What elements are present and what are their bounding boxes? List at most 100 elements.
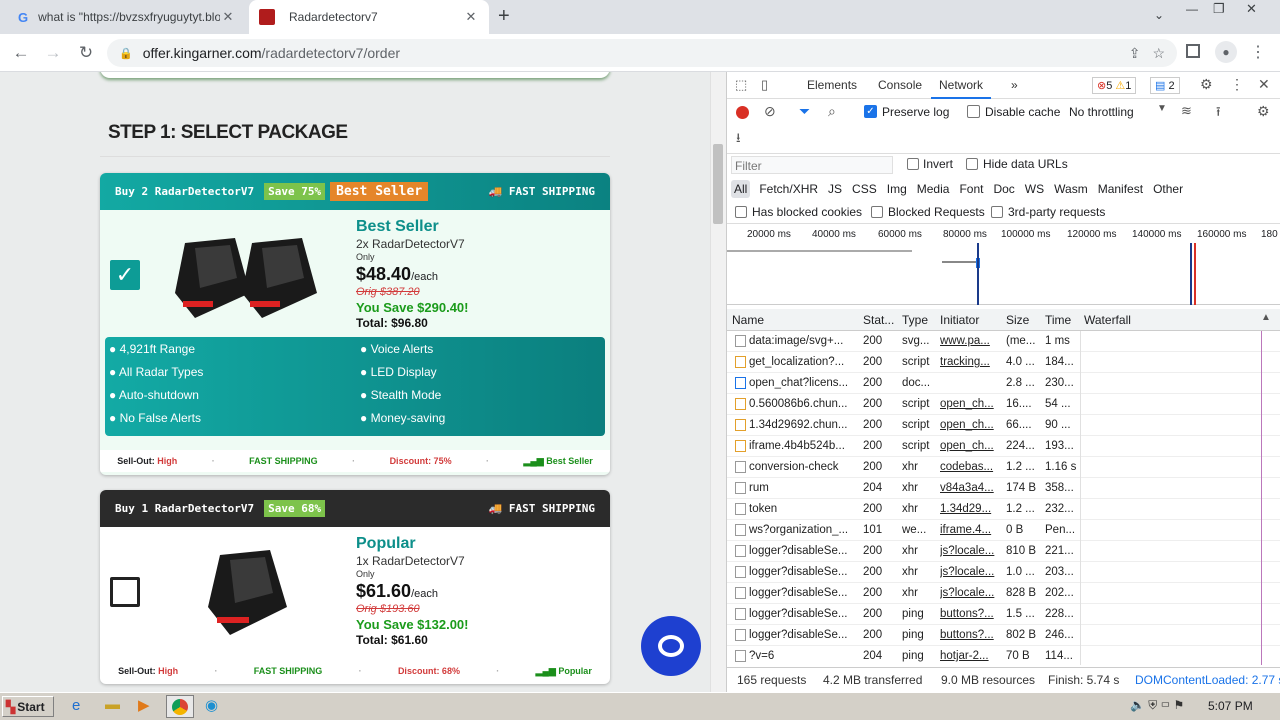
type-filter[interactable]: Other: [1150, 180, 1186, 198]
reload-button[interactable]: ↻: [72, 34, 100, 72]
blocked-requests-checkbox[interactable]: [871, 206, 883, 218]
devtools-menu-icon[interactable]: ⋮: [1230, 76, 1244, 93]
address-bar[interactable]: 🔒 offer.kingarner.com/radardetectorv7/or…: [107, 39, 1177, 67]
request-initiator[interactable]: open_ch...: [940, 394, 1002, 415]
side-panel-icon[interactable]: [1186, 44, 1200, 58]
column-status[interactable]: Stat...: [863, 313, 894, 327]
issues-counter[interactable]: ⊗5 ⚠1: [1092, 77, 1137, 94]
package-checkbox-unchecked[interactable]: [110, 577, 140, 607]
invert-checkbox[interactable]: [907, 158, 919, 170]
close-devtools-icon[interactable]: ✕: [1258, 76, 1270, 93]
inspect-icon[interactable]: ⬚: [735, 77, 747, 93]
share-icon[interactable]: ⇪: [1129, 45, 1141, 62]
request-row[interactable]: 0.560086b6.chun... 200 script open_ch... 16.…: [727, 394, 1280, 415]
tab-console[interactable]: Console: [878, 72, 922, 99]
page-scrollbar[interactable]: [710, 72, 726, 692]
preserve-log-checkbox[interactable]: ✓: [864, 105, 877, 118]
more-tabs-icon[interactable]: »: [1011, 72, 1018, 99]
type-filter[interactable]: Doc: [990, 180, 1017, 198]
request-row[interactable]: token 200 xhr 1.34d29... 1.2 ... 232...: [727, 499, 1280, 520]
request-row[interactable]: data:image/svg+... 200 svg... www.pa... (me.…: [727, 331, 1280, 352]
network-settings-icon[interactable]: ⚙: [1257, 103, 1270, 120]
request-row[interactable]: logger?disableSe... 200 ping buttons?... 1.5…: [727, 604, 1280, 625]
request-initiator[interactable]: buttons?...: [940, 625, 1002, 646]
tab-search-icon[interactable]: ⌄: [1154, 8, 1164, 22]
bookmark-star-icon[interactable]: ☆: [1152, 45, 1165, 62]
type-filter[interactable]: Wasm: [1051, 180, 1091, 198]
close-tab-icon[interactable]: ✕: [220, 9, 236, 25]
type-filter[interactable]: Fetch/XHR: [756, 180, 821, 198]
messages-counter[interactable]: ▤ 2: [1150, 77, 1180, 94]
request-row[interactable]: conversion-check 200 xhr codebas... 1.2 ... 1…: [727, 457, 1280, 478]
settings-gear-icon[interactable]: ⚙: [1200, 76, 1213, 93]
request-row[interactable]: ws?organization_... 101 we... iframe.4... 0 …: [727, 520, 1280, 541]
media-player-icon[interactable]: ▶: [138, 696, 150, 714]
request-initiator[interactable]: open_ch...: [940, 415, 1002, 436]
network-conditions-icon[interactable]: ≋: [1181, 103, 1192, 119]
request-initiator[interactable]: hotjar-2...: [940, 646, 1002, 665]
request-row[interactable]: 1.34d29692.chun... 200 script open_ch... 66.…: [727, 415, 1280, 436]
import-har-icon[interactable]: ⭱: [1216, 103, 1221, 125]
edge-icon[interactable]: ◉: [205, 696, 218, 714]
type-filter[interactable]: CSS: [849, 180, 880, 198]
tab-network[interactable]: Network: [931, 72, 992, 99]
request-row[interactable]: ?v=6 204 ping hotjar-2... 70 B 114...: [727, 646, 1280, 665]
device-toolbar-icon[interactable]: ▯: [761, 77, 768, 93]
tab-elements[interactable]: Elements: [807, 72, 857, 99]
column-waterfall[interactable]: Waterfall: [1084, 313, 1131, 327]
request-row[interactable]: logger?disableSe... 200 ping buttons?... 802…: [727, 625, 1280, 646]
column-initiator[interactable]: Initiator: [940, 313, 979, 327]
profile-avatar[interactable]: ●: [1215, 41, 1237, 63]
forward-button[interactable]: →: [39, 34, 67, 72]
request-initiator[interactable]: 1.34d29...: [940, 499, 1002, 520]
filter-icon[interactable]: ⏷: [799, 103, 810, 120]
record-icon[interactable]: [736, 106, 749, 119]
package-card-2x[interactable]: Buy 2 RadarDetectorV7 Save 75% Best Sell…: [100, 173, 610, 475]
request-initiator[interactable]: tracking...: [940, 352, 1002, 373]
column-size[interactable]: Size: [1006, 313, 1029, 327]
third-party-checkbox[interactable]: [991, 206, 1003, 218]
back-button[interactable]: ←: [7, 34, 35, 72]
ie-icon[interactable]: e: [72, 697, 80, 714]
request-initiator[interactable]: [940, 373, 1002, 394]
hide-data-urls-checkbox[interactable]: [966, 158, 978, 170]
chat-button[interactable]: [641, 616, 701, 676]
search-icon[interactable]: ⌕: [828, 103, 836, 120]
throttling-select[interactable]: No throttling: [1069, 105, 1134, 119]
type-filter[interactable]: Font: [956, 180, 986, 198]
folder-icon[interactable]: ▬: [105, 696, 120, 713]
type-filter[interactable]: WS: [1022, 180, 1047, 198]
request-row[interactable]: rum 204 xhr v84a3a4... 174 B 358...: [727, 478, 1280, 499]
export-har-icon[interactable]: ⭳: [736, 129, 741, 151]
request-row[interactable]: logger?disableSe... 200 xhr js?locale... 810…: [727, 541, 1280, 562]
filter-input[interactable]: Filter: [731, 156, 893, 174]
tab-radardetector[interactable]: Radardetectorv7 ✕: [249, 0, 489, 34]
restore-button[interactable]: ❐: [1213, 1, 1225, 17]
column-type[interactable]: Type: [902, 313, 928, 327]
scrollbar-thumb[interactable]: [713, 144, 723, 224]
type-filter[interactable]: JS: [825, 180, 845, 198]
menu-kebab-icon[interactable]: ⋮: [1250, 42, 1266, 62]
column-time[interactable]: Time: [1045, 313, 1071, 327]
network-overview-timeline[interactable]: 20000 ms 40000 ms 60000 ms 80000 ms 1000…: [727, 225, 1280, 305]
request-row[interactable]: iframe.4b4b524b... 200 script open_ch... 224…: [727, 436, 1280, 457]
request-initiator[interactable]: www.pa...: [940, 331, 1002, 352]
request-row[interactable]: logger?disableSe... 200 xhr js?locale... 828…: [727, 583, 1280, 604]
type-filter-all[interactable]: All: [731, 180, 751, 198]
close-tab-icon[interactable]: ✕: [463, 9, 479, 25]
package-card-1x[interactable]: Buy 1 RadarDetectorV7 Save 68% 🚚 FAST SH…: [100, 490, 610, 684]
request-initiator[interactable]: js?locale...: [940, 541, 1002, 562]
clear-icon[interactable]: ⊘: [764, 103, 776, 120]
chrome-taskbar-button[interactable]: [166, 695, 194, 718]
request-row[interactable]: logger?disableSe... 200 xhr js?locale... 1.0…: [727, 562, 1280, 583]
request-initiator[interactable]: v84a3a4...: [940, 478, 1002, 499]
request-row[interactable]: open_chat?licens... 200 doc... 2.8 ... 230..…: [727, 373, 1280, 394]
type-filter[interactable]: Img: [884, 180, 910, 198]
start-button[interactable]: ▚ Start: [2, 696, 54, 717]
request-initiator[interactable]: iframe.4...: [940, 520, 1002, 541]
request-initiator[interactable]: codebas...: [940, 457, 1002, 478]
new-tab-button[interactable]: +: [498, 5, 510, 28]
package-checkbox-checked[interactable]: ✓: [110, 260, 140, 290]
type-filter[interactable]: Manifest: [1095, 180, 1146, 198]
request-initiator[interactable]: js?locale...: [940, 583, 1002, 604]
